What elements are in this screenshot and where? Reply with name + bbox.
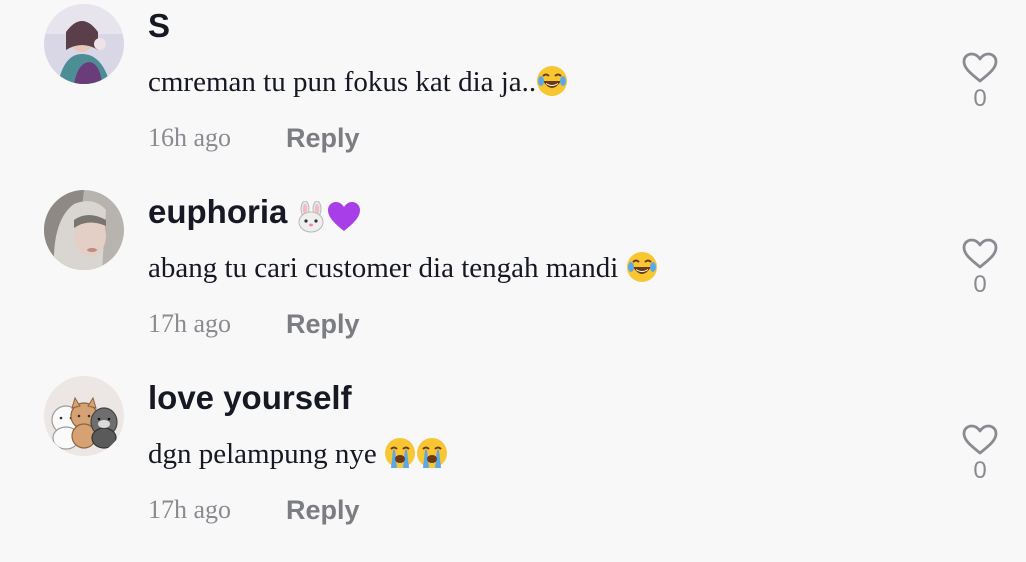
- username-text: S: [148, 7, 171, 44]
- comment-text-content: cmreman tu pun fokus kat dia ja..: [148, 66, 537, 98]
- comment-meta: 17h ago Reply: [148, 304, 360, 344]
- timestamp: 17h ago: [148, 495, 232, 524]
- heart-icon: [962, 424, 998, 455]
- joy-emoji-icon: [626, 252, 657, 282]
- loudly-crying-emoji-icon: [416, 438, 447, 468]
- avatar[interactable]: [44, 4, 124, 84]
- reply-button[interactable]: Reply: [286, 118, 360, 158]
- comment-text-content: abang tu cari customer dia tengah mandi: [148, 252, 626, 284]
- like-count: 0: [973, 457, 987, 484]
- reply-button[interactable]: Reply: [286, 490, 360, 530]
- reply-button[interactable]: Reply: [286, 304, 360, 344]
- comment-text: cmreman tu pun fokus kat dia ja..: [148, 62, 568, 102]
- comment-meta: 16h ago Reply: [148, 118, 360, 158]
- comment-item: euphoria abang tu cari customer dia teng…: [0, 186, 1026, 372]
- comment-meta: 17h ago Reply: [148, 490, 360, 530]
- username-text: love yourself: [148, 379, 352, 416]
- username-emoji: [295, 194, 361, 234]
- like-button[interactable]: 0: [958, 424, 1002, 486]
- heart-icon: [962, 238, 998, 269]
- timestamp: 16h ago: [148, 123, 232, 152]
- avatar-image: [44, 376, 124, 456]
- comment-item: S cmreman tu pun fokus kat dia ja.. 16h …: [0, 0, 1026, 186]
- like-count: 0: [973, 271, 987, 298]
- comment-list: S cmreman tu pun fokus kat dia ja.. 16h …: [0, 0, 1026, 562]
- heart-icon: [962, 52, 998, 83]
- avatar-image: [44, 4, 124, 84]
- username[interactable]: euphoria: [148, 192, 361, 234]
- username-text: euphoria: [148, 193, 288, 230]
- purple-heart-icon: [328, 201, 361, 231]
- avatar-image: [44, 190, 124, 270]
- rabbit-face-icon: [298, 200, 324, 233]
- joy-emoji-icon: [537, 66, 568, 96]
- loudly-crying-emoji-icon: [384, 438, 415, 468]
- username[interactable]: love yourself: [148, 378, 352, 418]
- like-count: 0: [973, 85, 987, 112]
- like-button[interactable]: 0: [958, 52, 1002, 114]
- username[interactable]: S: [148, 6, 170, 46]
- comment-text: abang tu cari customer dia tengah mandi: [148, 248, 658, 288]
- comment-text: dgn pelampung nye: [148, 434, 448, 474]
- avatar[interactable]: [44, 190, 124, 270]
- timestamp: 17h ago: [148, 309, 232, 338]
- avatar[interactable]: [44, 376, 124, 456]
- comment-text-content: dgn pelampung nye: [148, 438, 384, 470]
- comment-item: love yourself dgn pelampung nye 17h ago: [0, 372, 1026, 558]
- like-button[interactable]: 0: [958, 238, 1002, 300]
